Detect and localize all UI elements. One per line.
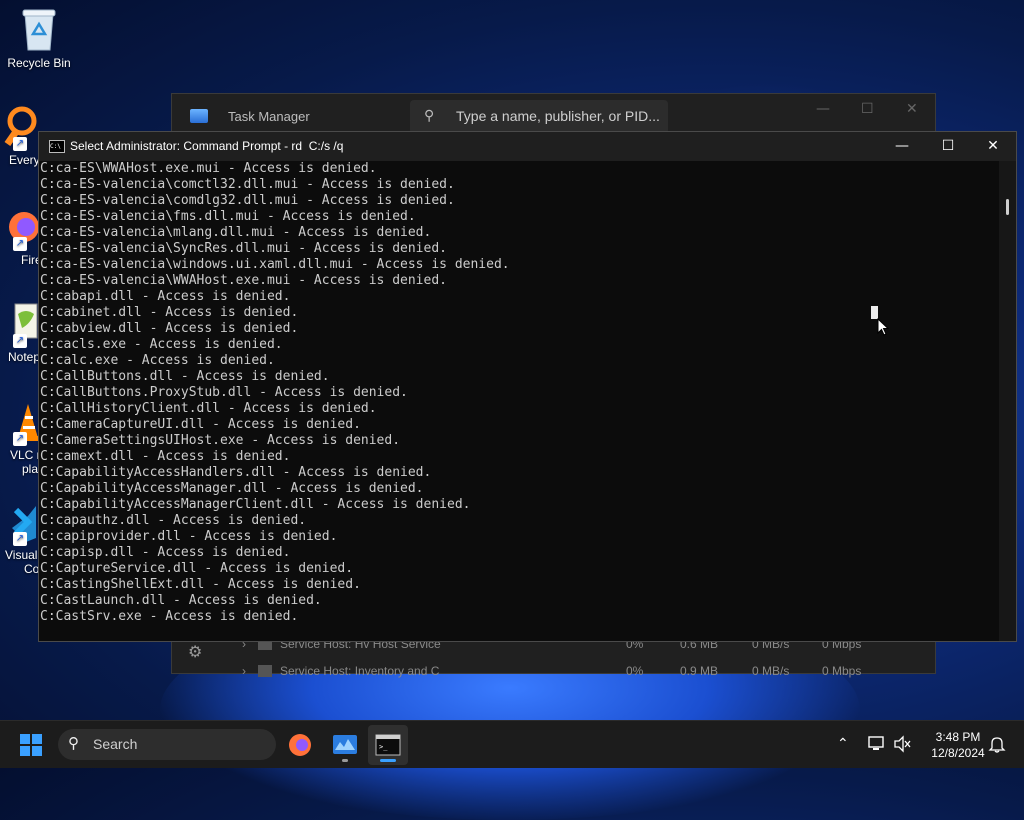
notification-bell-icon[interactable]: [988, 735, 1006, 783]
console-output-line: C:camext.dll - Access is denied.: [40, 449, 291, 464]
process-row[interactable]: › Service Host: Inventory and C 0% 0.9 M…: [172, 661, 937, 681]
console-output-line: C:CastSrv.exe - Access is denied.: [40, 609, 299, 624]
recycle-bin-icon: [19, 8, 59, 52]
search-icon: ⚲: [424, 107, 435, 123]
network-icon[interactable]: [867, 735, 887, 783]
shortcut-arrow-icon: ↗: [13, 532, 27, 546]
command-prompt-window[interactable]: C:\ Select Administrator: Command Prompt…: [38, 131, 1017, 642]
console-output-line: C:ca-ES-valencia\comdlg32.dll.mui - Acce…: [40, 193, 455, 208]
task-manager-maximize-button[interactable]: ☐: [861, 101, 874, 117]
console-output-line: C:capiprovider.dll - Access is denied.: [40, 529, 338, 544]
vertical-scrollbar[interactable]: [999, 161, 1016, 641]
notepad-plus-plus-icon: ↗: [0, 302, 38, 348]
console-output-line: C:CapabilityAccessManager.dll - Access i…: [40, 481, 424, 496]
clock-time: 3:48 PM: [935, 730, 981, 744]
windows-logo-icon: [20, 734, 30, 744]
running-indicator: [342, 759, 348, 762]
console-output-line: C:cacls.exe - Access is denied.: [40, 337, 283, 352]
shortcut-arrow-icon: ↗: [13, 334, 27, 348]
console-output-line: C:capauthz.dll - Access is denied.: [40, 513, 307, 528]
clock-date: 12/8/2024: [931, 746, 985, 760]
task-manager-title: Task Manager: [228, 109, 310, 124]
console-output-line: C:capisp.dll - Access is denied.: [40, 545, 291, 560]
minimize-button[interactable]: —: [879, 132, 925, 161]
console-output-line: C:CallButtons.dll - Access is denied.: [40, 369, 330, 384]
volume-muted-icon[interactable]: [893, 735, 913, 783]
console-output-line: C:CameraCaptureUI.dll - Access is denied…: [40, 417, 361, 432]
shortcut-arrow-icon: ↗: [13, 237, 27, 251]
console-output-line: C:cabinet.dll - Access is denied.: [40, 305, 299, 320]
task-manager-logo-icon: [190, 109, 208, 123]
start-button[interactable]: [20, 734, 42, 756]
command-prompt-app-icon: C:\: [49, 140, 65, 153]
console-output-line: C:cabview.dll - Access is denied.: [40, 321, 299, 336]
console-output-line: C:ca-ES-valencia\mlang.dll.mui - Access …: [40, 225, 432, 240]
active-indicator: [380, 759, 396, 762]
console-output-line: C:CastLaunch.dll - Access is denied.: [40, 593, 322, 608]
command-prompt-output[interactable]: C:ca-ES\WWAHost.exe.mui - Access is deni…: [39, 161, 1000, 641]
process-cpu: 0%: [626, 664, 644, 678]
command-prompt-titlebar[interactable]: C:\ Select Administrator: Command Prompt…: [39, 132, 1016, 161]
task-manager-search-placeholder: Type a name, publisher, or PID...: [456, 108, 660, 124]
console-output-line: C:CaptureService.dll - Access is denied.: [40, 561, 354, 576]
console-output-line: C:CapabilityAccessHandlers.dll - Access …: [40, 465, 432, 480]
firefox-taskbar-icon[interactable]: [280, 725, 320, 765]
console-output-line: C:calc.exe - Access is denied.: [40, 353, 275, 368]
scrollbar-thumb[interactable]: [1006, 199, 1009, 215]
console-output-line: C:ca-ES\WWAHost.exe.mui - Access is deni…: [40, 161, 377, 176]
console-output-line: C:CallHistoryClient.dll - Access is deni…: [40, 401, 377, 416]
task-manager-taskbar-icon[interactable]: [325, 725, 365, 765]
expand-chevron-icon[interactable]: ›: [242, 664, 246, 678]
close-button[interactable]: ✕: [970, 132, 1016, 161]
settings-gear-icon[interactable]: ⚙: [188, 642, 202, 661]
service-icon: [258, 665, 272, 677]
console-output-line: C:CallButtons.ProxyStub.dll - Access is …: [40, 385, 408, 400]
command-prompt-taskbar-icon[interactable]: >_: [368, 725, 408, 765]
console-output-line: C:ca-ES-valencia\fms.dll.mui - Access is…: [40, 209, 416, 224]
shortcut-arrow-icon: ↗: [13, 137, 27, 151]
svg-text:>_: >_: [379, 743, 388, 751]
mouse-pointer-icon: [877, 317, 890, 340]
console-output-line: C:cabapi.dll - Access is denied.: [40, 289, 291, 304]
task-manager-search-input[interactable]: ⚲ Type a name, publisher, or PID...: [410, 100, 668, 134]
console-output-line: C:CastingShellExt.dll - Access is denied…: [40, 577, 361, 592]
firefox-icon: ↗: [0, 205, 39, 251]
task-manager-close-button[interactable]: ✕: [906, 101, 918, 117]
search-icon: ⚲: [68, 735, 79, 752]
process-memory: 0.9 MB: [680, 664, 719, 678]
vlc-icon: ↗: [0, 400, 38, 446]
process-network: 0 Mbps: [822, 664, 862, 678]
console-output-line: C:ca-ES-valencia\SyncRes.dll.mui - Acces…: [40, 241, 447, 256]
console-output-line: C:CapabilityAccessManagerClient.dll - Ac…: [40, 497, 471, 512]
console-output-line: C:ca-ES-valencia\windows.ui.xaml.dll.mui…: [40, 257, 510, 272]
desktop-icon-label: Recycle Bin: [7, 56, 71, 70]
taskbar: ⚲ Search >_ ⌃ 3:48 PM 12/8/2024: [0, 720, 1024, 768]
taskbar-search-box[interactable]: ⚲ Search: [58, 729, 276, 760]
system-clock[interactable]: 3:48 PM 12/8/2024: [918, 729, 998, 761]
show-hidden-icons-chevron-icon[interactable]: ⌃: [837, 735, 849, 783]
process-disk: 0 MB/s: [752, 664, 790, 678]
console-output-line: C:ca-ES-valencia\WWAHost.exe.mui - Acces…: [40, 273, 447, 288]
task-manager-minimize-button[interactable]: —: [816, 101, 830, 117]
desktop-icon-recycle-bin[interactable]: Recycle Bin: [0, 8, 78, 70]
taskbar-search-label: Search: [93, 736, 138, 752]
shortcut-arrow-icon: ↗: [13, 432, 27, 446]
command-prompt-title: Select Administrator: Command Prompt - r…: [70, 139, 344, 153]
console-output-line: C:ca-ES-valencia\comctl32.dll.mui - Acce…: [40, 177, 455, 192]
everything-search-icon: ↗: [0, 105, 38, 151]
process-name: Service Host: Inventory and C: [280, 664, 440, 678]
console-output-line: C:CameraSettingsUIHost.exe - Access is d…: [40, 433, 401, 448]
vscode-icon: ↗: [0, 500, 38, 546]
maximize-button[interactable]: ☐: [925, 132, 971, 161]
